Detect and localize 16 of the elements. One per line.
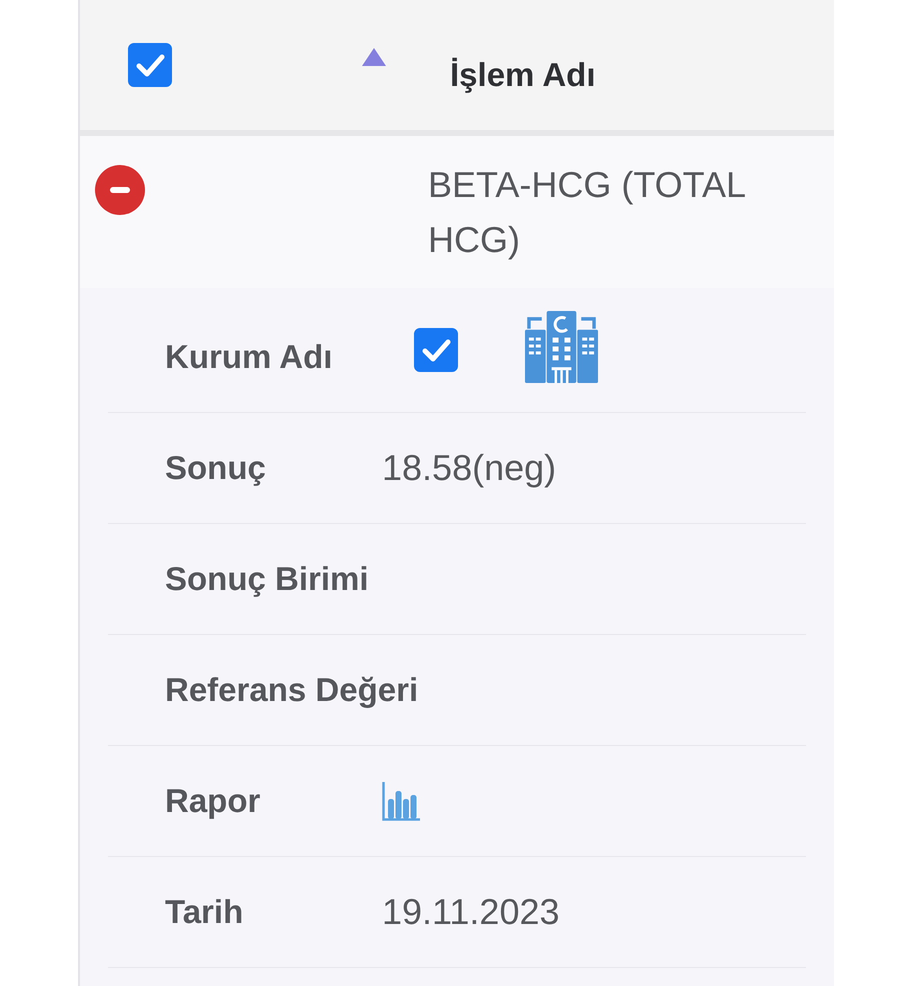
checkbox[interactable] <box>128 43 172 87</box>
minus-circle-icon[interactable] <box>95 165 145 215</box>
field-label: Tarih <box>165 892 244 932</box>
bar-chart-icon[interactable] <box>382 782 420 820</box>
checkbox[interactable] <box>414 328 458 372</box>
field-value: 18.58(neg) <box>382 446 556 490</box>
hospital-icon <box>525 310 598 382</box>
field-label: Rapor <box>165 781 262 821</box>
field-label: Referans Değeri <box>165 670 418 710</box>
column-header[interactable]: İşlem Adı <box>450 55 596 95</box>
test-name: BETA-HCG (TOTAL HCG) <box>428 163 746 262</box>
field-label: Sonuç <box>165 448 267 488</box>
field-label: Kurum Adı <box>165 337 334 377</box>
field-label: Sonuç Birimi <box>165 559 370 599</box>
sort-arrow-icon[interactable] <box>362 48 386 66</box>
field-value: 19.11.2023 <box>382 890 560 934</box>
